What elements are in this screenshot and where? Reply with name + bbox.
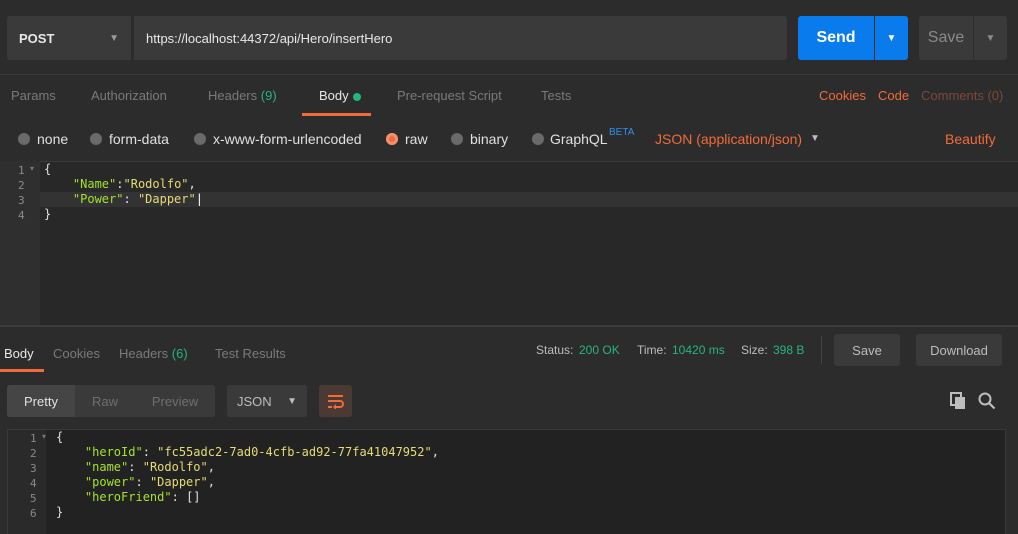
tab-headers-label: Headers bbox=[208, 88, 258, 103]
tab-pre-request-script[interactable]: Pre-request Script bbox=[397, 88, 502, 110]
line-number: 3 bbox=[30, 462, 37, 475]
send-button[interactable]: Send bbox=[798, 16, 874, 60]
line-number: 1 bbox=[18, 164, 25, 177]
response-tab-cookies[interactable]: Cookies bbox=[53, 346, 100, 361]
chevron-down-icon: ▼ bbox=[109, 32, 119, 44]
line-number: 5 bbox=[30, 492, 37, 505]
save-response-button[interactable]: Save bbox=[834, 334, 900, 366]
radio-graphql-label[interactable]: GraphQL bbox=[550, 131, 608, 147]
status-value[interactable]: 200 OK bbox=[579, 343, 620, 357]
method-select[interactable]: POST ▼ bbox=[7, 16, 131, 60]
cookies-link[interactable]: Cookies bbox=[819, 88, 866, 110]
pane-splitter[interactable] bbox=[0, 325, 1018, 327]
download-button[interactable]: Download bbox=[916, 334, 1002, 366]
tab-tests[interactable]: Tests bbox=[541, 88, 571, 110]
view-pretty-button[interactable]: Pretty bbox=[7, 385, 75, 417]
code-line: "heroFriend": [] bbox=[84, 490, 201, 504]
url-input[interactable]: https://localhost:44372/api/Hero/insertH… bbox=[134, 16, 787, 60]
code-line: } bbox=[44, 207, 52, 221]
body-indicator-dot bbox=[352, 92, 361, 101]
radio-urlencoded-label[interactable]: x-www-form-urlencoded bbox=[213, 131, 362, 147]
line-number: 4 bbox=[18, 209, 25, 222]
save-request-button[interactable]: Save bbox=[919, 16, 973, 60]
chevron-down-icon: ▼ bbox=[287, 395, 297, 407]
line-number: 1 bbox=[30, 432, 37, 445]
code-line: "Name":"Rodolfo", bbox=[72, 177, 196, 191]
radio-form-data[interactable] bbox=[90, 133, 102, 145]
line-number: 4 bbox=[30, 477, 37, 490]
code-link[interactable]: Code bbox=[878, 88, 909, 110]
save-options-button[interactable]: ▼ bbox=[974, 16, 1007, 60]
tab-body-label: Body bbox=[319, 88, 349, 103]
tab-body[interactable]: Body bbox=[319, 88, 361, 110]
status-label: Status: bbox=[536, 343, 574, 357]
response-tab-headers-count: (6) bbox=[171, 346, 188, 361]
comments-link[interactable]: Comments (0) bbox=[921, 88, 1003, 110]
view-preview-button[interactable]: Preview bbox=[135, 385, 215, 417]
wrap-lines-icon bbox=[327, 395, 344, 409]
line-number: 2 bbox=[30, 447, 37, 460]
time-label: Time: bbox=[637, 343, 667, 357]
radio-binary[interactable] bbox=[451, 133, 463, 145]
code-line: "Power": "Dapper"| bbox=[72, 192, 203, 206]
active-tab-underline bbox=[0, 369, 44, 372]
tab-params[interactable]: Params bbox=[11, 88, 56, 110]
send-options-button[interactable]: ▼ bbox=[875, 16, 908, 60]
response-format-select[interactable]: JSON ▼ bbox=[227, 385, 307, 417]
fold-arrow-icon[interactable]: ▾ bbox=[30, 164, 34, 173]
line-number: 3 bbox=[18, 194, 25, 207]
radio-urlencoded[interactable] bbox=[194, 133, 206, 145]
radio-graphql[interactable] bbox=[532, 133, 544, 145]
line-number: 6 bbox=[30, 507, 37, 520]
url-text: https://localhost:44372/api/Hero/insertH… bbox=[146, 30, 393, 46]
content-type-select[interactable]: JSON (application/json) bbox=[655, 131, 802, 147]
line-number-gutter: 1 ▾ 2 3 4 bbox=[0, 161, 40, 325]
radio-none-label[interactable]: none bbox=[37, 131, 68, 147]
code-line: { bbox=[44, 162, 52, 176]
code-line: "power": "Dapper", bbox=[84, 475, 215, 489]
search-icon[interactable] bbox=[978, 392, 996, 413]
response-format-label: JSON bbox=[237, 393, 272, 409]
radio-binary-label[interactable]: binary bbox=[470, 131, 508, 147]
chevron-down-icon: ▼ bbox=[985, 32, 996, 44]
wrap-lines-button[interactable] bbox=[319, 385, 352, 417]
response-tab-headers[interactable]: Headers (6) bbox=[119, 346, 188, 361]
chevron-down-icon: ▼ bbox=[886, 32, 897, 44]
method-label: POST bbox=[19, 30, 55, 46]
size-value[interactable]: 398 B bbox=[773, 343, 804, 357]
response-tab-headers-label: Headers bbox=[119, 346, 169, 361]
response-tab-test-results[interactable]: Test Results bbox=[215, 346, 286, 361]
radio-form-data-label[interactable]: form-data bbox=[109, 131, 169, 147]
beta-badge: BETA bbox=[609, 127, 635, 138]
beautify-button[interactable]: Beautify bbox=[945, 131, 996, 147]
radio-raw-label[interactable]: raw bbox=[405, 131, 428, 147]
time-value[interactable]: 10420 ms bbox=[672, 343, 725, 357]
copy-icon[interactable] bbox=[950, 392, 966, 413]
response-tab-body[interactable]: Body bbox=[4, 346, 34, 361]
radio-none[interactable] bbox=[18, 133, 30, 145]
code-line: { bbox=[56, 430, 64, 444]
tab-authorization[interactable]: Authorization bbox=[91, 88, 167, 110]
tab-headers-count: (9) bbox=[260, 88, 277, 103]
divider bbox=[821, 336, 822, 364]
code-line: "name": "Rodolfo", bbox=[84, 460, 215, 474]
view-raw-button[interactable]: Raw bbox=[75, 385, 135, 417]
chevron-down-icon[interactable]: ▼ bbox=[810, 133, 820, 144]
line-number-gutter: 1 ▾ 2 3 4 5 6 bbox=[8, 430, 46, 534]
code-line: "heroId": "fc55adc2-7ad0-4cfb-ad92-77fa4… bbox=[84, 445, 439, 459]
active-tab-underline bbox=[302, 113, 371, 116]
tab-headers[interactable]: Headers (9) bbox=[208, 88, 277, 110]
size-label: Size: bbox=[741, 343, 768, 357]
radio-raw[interactable] bbox=[386, 133, 398, 145]
fold-arrow-icon[interactable]: ▾ bbox=[42, 432, 46, 441]
line-number: 2 bbox=[18, 179, 25, 192]
code-line: } bbox=[56, 505, 64, 519]
